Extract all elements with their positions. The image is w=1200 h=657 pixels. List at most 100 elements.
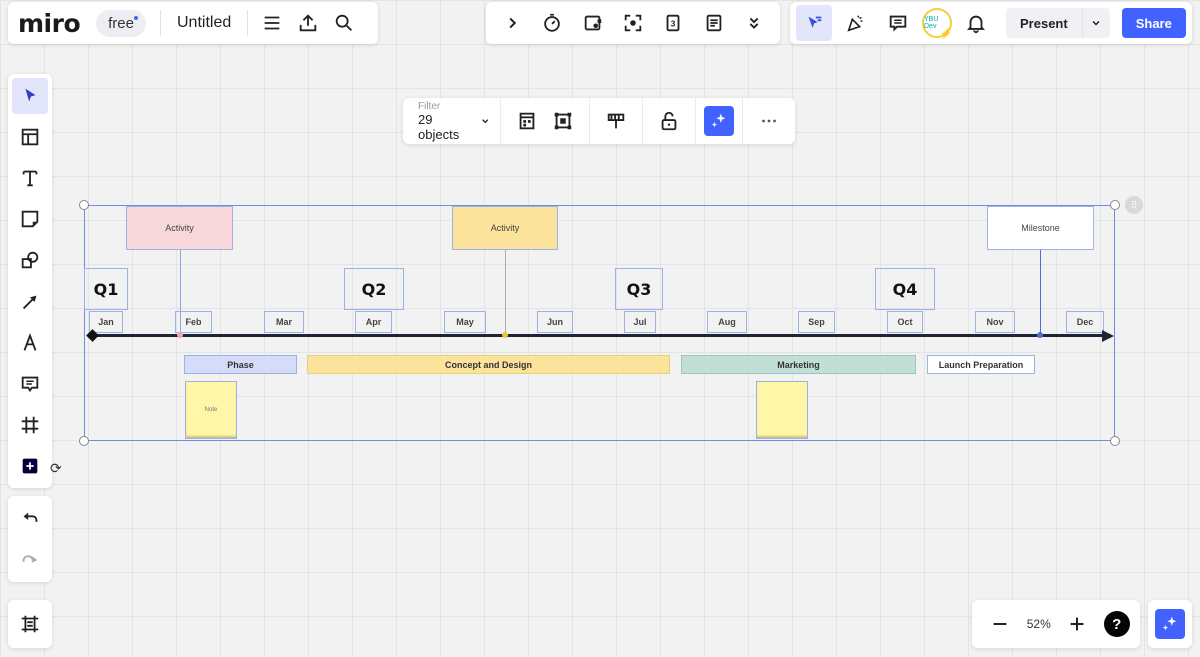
creation-toolbar [8, 74, 52, 488]
paint-format-icon[interactable] [598, 103, 634, 139]
event-card[interactable]: Activity [452, 206, 558, 250]
event-label: Activity [165, 223, 194, 233]
menu-icon[interactable] [254, 5, 290, 41]
comment-icon[interactable] [12, 366, 48, 402]
chevrons-down-icon[interactable] [736, 5, 772, 41]
share-button[interactable]: Share [1121, 8, 1186, 38]
drag-handle-icon[interactable]: ⠿ [1125, 196, 1143, 214]
month-label[interactable]: Oct [887, 311, 923, 333]
arrow-icon[interactable] [12, 284, 48, 320]
month-label[interactable]: Mar [264, 311, 304, 333]
rotate-icon[interactable]: ⟳ [50, 460, 62, 477]
event-label: Milestone [1021, 223, 1060, 233]
quarter-label[interactable]: Q4 [875, 268, 935, 310]
phase-label: Marketing [777, 359, 820, 370]
ai-group [696, 98, 743, 144]
board-header: miro free Untitled [8, 2, 378, 44]
shapes-icon[interactable] [12, 242, 48, 278]
pen-icon[interactable] [12, 325, 48, 361]
phase-bar[interactable]: Marketing [681, 355, 916, 374]
redo-icon[interactable] [12, 541, 48, 577]
more-icon[interactable] [751, 103, 787, 139]
ai-assistant-panel [1148, 600, 1192, 648]
search-icon[interactable] [326, 5, 362, 41]
event-connector [1040, 250, 1041, 334]
text-icon[interactable] [12, 160, 48, 196]
resize-handle-bottom-left[interactable] [79, 436, 89, 446]
ai-sparkle-icon[interactable] [704, 106, 734, 136]
month-label[interactable]: Jun [537, 311, 573, 333]
phase-label: Concept and Design [444, 359, 532, 370]
sticky-note-icon[interactable] [12, 201, 48, 237]
frame-icon[interactable] [12, 407, 48, 443]
frames-list-icon[interactable] [12, 606, 48, 642]
quarter-label[interactable]: Q2 [344, 268, 404, 310]
sticky-note[interactable] [756, 381, 808, 439]
month-label[interactable]: Sep [798, 311, 835, 333]
phase-bar[interactable]: Concept and Design [307, 355, 670, 374]
month-label[interactable]: Apr [355, 311, 392, 333]
more-apps-icon[interactable] [12, 448, 48, 484]
quarter-label[interactable]: Q3 [615, 268, 663, 310]
sticky-note[interactable]: Note [185, 381, 237, 439]
zoom-out-icon[interactable] [982, 606, 1018, 642]
month-label[interactable]: Jan [89, 311, 123, 333]
avatar[interactable]: YBU Dev ⚡ [922, 8, 952, 40]
plan-badge-label: free [108, 14, 134, 32]
svg-text:3: 3 [671, 20, 676, 29]
month-label[interactable]: Dec [1066, 311, 1104, 333]
celebrate-icon[interactable] [838, 5, 874, 41]
zoom-controls: 52% ? [972, 600, 1140, 648]
cursor-tracking-icon[interactable] [796, 5, 832, 41]
comments-icon[interactable] [880, 5, 916, 41]
zoom-level[interactable]: 52% [1027, 617, 1051, 631]
select-icon[interactable] [12, 78, 48, 114]
month-label[interactable]: Aug [707, 311, 747, 333]
month-label[interactable]: Feb [175, 311, 212, 333]
milestone-card[interactable]: Milestone [987, 206, 1094, 250]
resize-handle-top-right[interactable] [1110, 200, 1120, 210]
fit-frame-icon[interactable] [545, 103, 581, 139]
help-button[interactable]: ? [1103, 611, 1130, 637]
templates-icon[interactable] [12, 119, 48, 155]
phase-bar[interactable]: Launch Preparation [927, 355, 1035, 374]
calendar-icon[interactable]: 3 [655, 5, 691, 41]
present-options-chevron-icon[interactable] [1081, 8, 1110, 38]
board-title[interactable]: Untitled [177, 14, 231, 32]
month-label[interactable]: May [444, 311, 486, 333]
quarter-label[interactable]: Q1 [84, 268, 128, 310]
zoom-in-icon[interactable] [1059, 606, 1095, 642]
upload-icon[interactable] [290, 5, 326, 41]
plan-badge[interactable]: free [96, 9, 146, 37]
more-group [743, 98, 795, 144]
resize-handle-bottom-right[interactable] [1110, 436, 1120, 446]
timer-icon[interactable] [534, 5, 570, 41]
chevron-down-icon [481, 119, 488, 124]
present-button[interactable]: Present [1006, 8, 1082, 38]
phase-label: Phase [227, 359, 254, 370]
notes-icon[interactable] [696, 5, 732, 41]
present-group: Present [1006, 8, 1110, 38]
month-label[interactable]: Jul [624, 311, 656, 333]
resize-handle-top-left[interactable] [79, 200, 89, 210]
undo-icon[interactable] [12, 502, 48, 538]
selection-frame[interactable] [84, 205, 1115, 441]
divider [247, 10, 249, 36]
bolt-icon: ⚡ [939, 29, 952, 40]
grid-layout-icon[interactable] [509, 103, 545, 139]
month-label[interactable]: Nov [975, 311, 1015, 333]
chevron-right-icon[interactable] [494, 5, 530, 41]
filter-dropdown[interactable]: Filter 29 objects [403, 98, 501, 144]
ai-assistant-icon[interactable] [1155, 609, 1185, 639]
focus-icon[interactable] [615, 5, 651, 41]
layout-group [501, 98, 590, 144]
event-card[interactable]: Activity [126, 206, 233, 250]
timeline-axis[interactable] [92, 334, 1106, 337]
miro-logo[interactable]: miro [18, 9, 81, 38]
bell-icon[interactable] [958, 5, 994, 41]
card-icon[interactable] [575, 5, 611, 41]
phase-bar[interactable]: Phase [184, 355, 297, 374]
unlock-icon[interactable] [651, 103, 687, 139]
event-connector [505, 250, 506, 334]
filter-value: 29 objects [418, 111, 460, 142]
